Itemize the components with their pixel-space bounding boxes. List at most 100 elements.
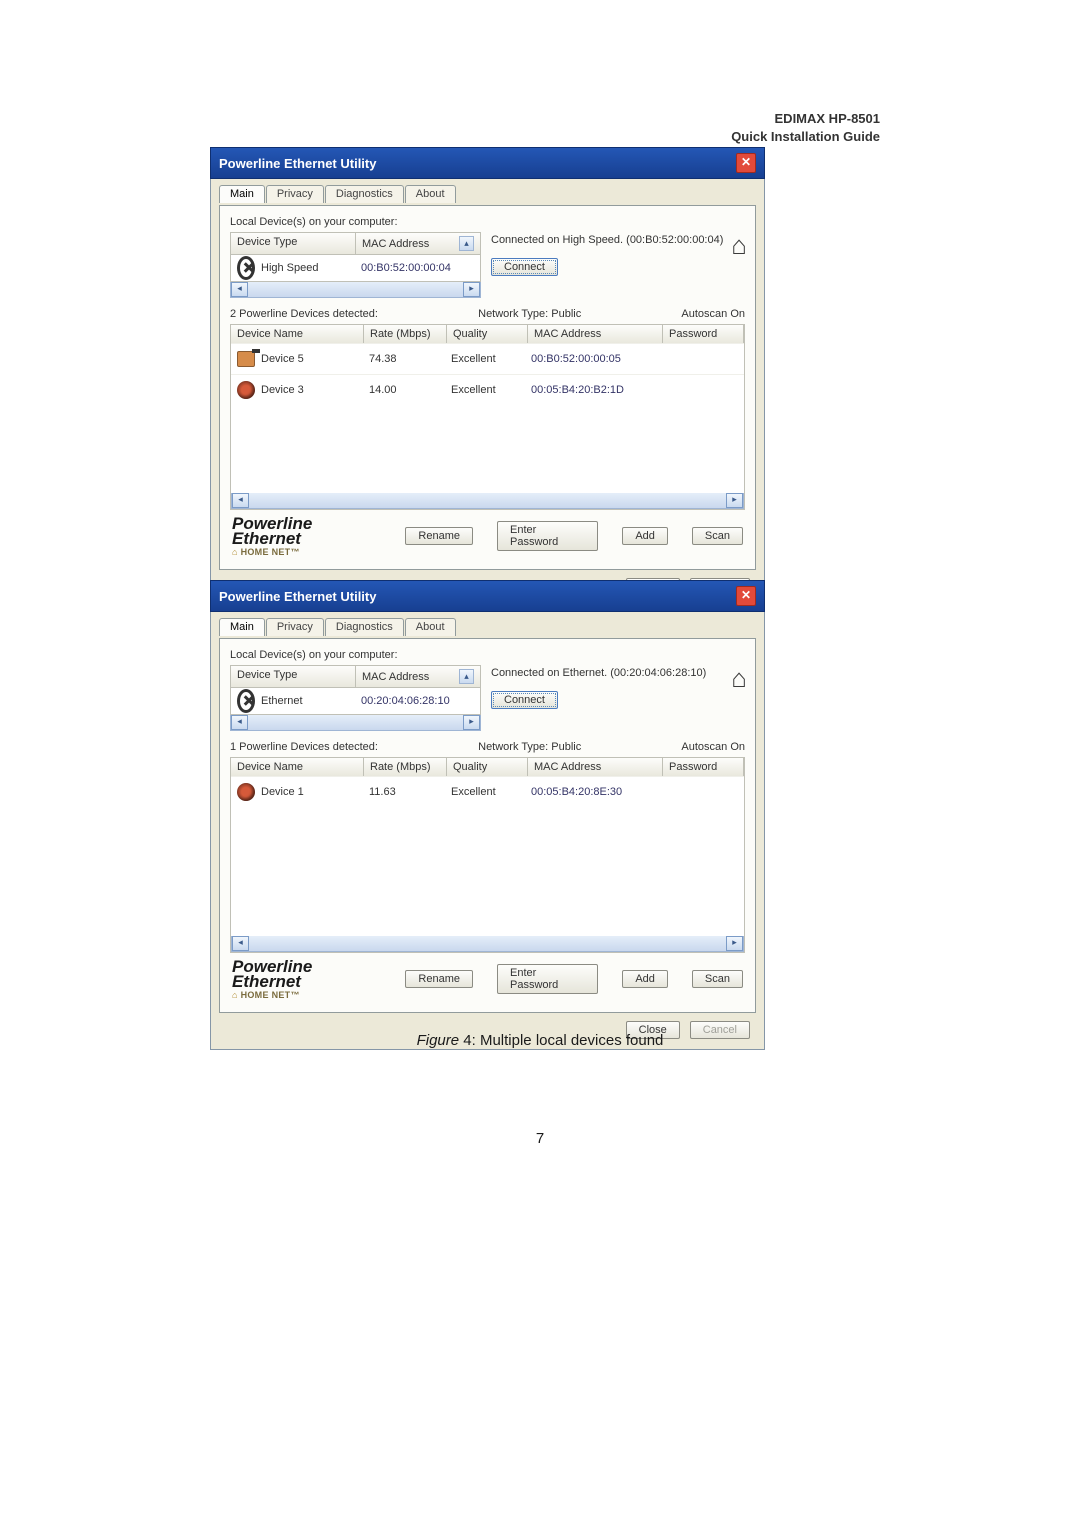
tab-diagnostics[interactable]: Diagnostics <box>325 618 404 636</box>
rename-button[interactable]: Rename <box>405 527 473 545</box>
header-line-2: Quick Installation Guide <box>731 129 880 144</box>
cell-mac: 00:05:B4:20:8E:30 <box>525 780 659 804</box>
home-icon: ⌂ <box>731 663 747 694</box>
page-number: 7 <box>0 1130 1080 1147</box>
network-type-label: Network Type: Public <box>478 308 581 320</box>
device-gear-icon <box>237 381 255 399</box>
tab-main[interactable]: Main <box>219 618 265 636</box>
col-mac: MAC Address <box>528 325 663 343</box>
cell-quality: Excellent <box>445 780 525 804</box>
col-password: Password <box>663 325 744 343</box>
connect-button[interactable]: Connect <box>491 258 558 276</box>
figure-prefix: Figure <box>417 1032 464 1049</box>
tab-main[interactable]: Main <box>219 185 265 203</box>
cell-device-name: Device 1 <box>261 786 304 798</box>
dialog-body: Main Privacy Diagnostics About Local Dev… <box>210 179 765 607</box>
local-device-header: Device Type MAC Address ▴ <box>230 232 481 254</box>
cell-mac: 00:05:B4:20:B2:1D <box>525 378 659 402</box>
local-device-row[interactable]: High Speed 00:B0:52:00:00:04 <box>230 254 481 282</box>
add-button[interactable]: Add <box>622 970 668 988</box>
scroll-left-icon[interactable]: ◂ <box>231 282 248 297</box>
local-device-type: Ethernet <box>261 695 303 707</box>
autoscan-label: Autoscan On <box>681 741 745 753</box>
document-header: EDIMAX HP-8501 Quick Installation Guide <box>200 110 880 145</box>
local-device-row[interactable]: Ethernet 00:20:04:06:28:10 <box>230 687 481 715</box>
scan-button[interactable]: Scan <box>692 527 743 545</box>
cell-device-name: Device 3 <box>261 384 304 396</box>
table-row[interactable]: Device 3 14.00 Excellent 00:05:B4:20:B2:… <box>231 374 744 405</box>
local-devices-label: Local Device(s) on your computer: <box>230 649 745 661</box>
rename-button[interactable]: Rename <box>405 970 473 988</box>
local-device-area: Device Type MAC Address ▴ Ethernet 00:20… <box>230 665 745 731</box>
brand-text: Powerline Ethernet <box>232 516 381 547</box>
brand-subtext: ⌂ HOME NET™ <box>232 990 381 1000</box>
remote-devices-table: Device Name Rate (Mbps) Quality MAC Addr… <box>230 324 745 510</box>
remote-hscroll[interactable]: ◂ ▸ <box>231 936 744 952</box>
figure-caption: Figure 4: Multiple local devices found <box>0 1032 1080 1049</box>
local-device-type: High Speed <box>261 262 319 274</box>
dialog-window-1: Powerline Ethernet Utility ✕ Main Privac… <box>210 147 765 607</box>
col-mac: MAC Address <box>528 758 663 776</box>
col-password: Password <box>663 758 744 776</box>
col-mac-address-label: MAC Address <box>362 671 429 683</box>
scroll-right-icon[interactable]: ▸ <box>726 493 743 508</box>
enter-password-button[interactable]: Enter Password <box>497 964 598 994</box>
header-line-1: EDIMAX HP-8501 <box>775 111 880 126</box>
close-icon[interactable]: ✕ <box>736 586 756 606</box>
tab-about[interactable]: About <box>405 185 456 203</box>
connection-status: Connected on Ethernet. (00:20:04:06:28:1… <box>491 667 745 679</box>
scroll-up-icon[interactable]: ▴ <box>459 236 474 251</box>
connection-area: ⌂ Connected on Ethernet. (00:20:04:06:28… <box>485 665 745 709</box>
close-icon[interactable]: ✕ <box>736 153 756 173</box>
local-device-list: Device Type MAC Address ▴ High Speed 00:… <box>230 232 481 298</box>
tab-pane-main: Local Device(s) on your computer: Device… <box>219 638 756 1013</box>
local-device-mac: 00:20:04:06:28:10 <box>355 691 479 711</box>
scan-button[interactable]: Scan <box>692 970 743 988</box>
tab-privacy[interactable]: Privacy <box>266 618 324 636</box>
cell-quality: Excellent <box>445 347 525 371</box>
col-device-name: Device Name <box>231 325 364 343</box>
scroll-right-icon[interactable]: ▸ <box>726 936 743 951</box>
device-gear-icon <box>237 783 255 801</box>
table-row[interactable]: Device 5 74.38 Excellent 00:B0:52:00:00:… <box>231 343 744 374</box>
col-mac-address-label: MAC Address <box>362 238 429 250</box>
local-hscroll[interactable]: ◂ ▸ <box>230 715 481 731</box>
branding-row: Powerline Ethernet ⌂ HOME NET™ Rename En… <box>230 510 745 559</box>
connect-button[interactable]: Connect <box>491 691 558 709</box>
col-rate: Rate (Mbps) <box>364 758 447 776</box>
remote-table-body: Device 5 74.38 Excellent 00:B0:52:00:00:… <box>231 343 744 493</box>
remote-devices-table: Device Name Rate (Mbps) Quality MAC Addr… <box>230 757 745 953</box>
brand-text: Powerline Ethernet <box>232 959 381 990</box>
scroll-left-icon[interactable]: ◂ <box>232 936 249 951</box>
cell-quality: Excellent <box>445 378 525 402</box>
home-icon: ⌂ <box>731 230 747 261</box>
scroll-left-icon[interactable]: ◂ <box>231 715 248 730</box>
remote-table-body: Device 1 11.63 Excellent 00:05:B4:20:8E:… <box>231 776 744 936</box>
tab-strip: Main Privacy Diagnostics About <box>219 185 756 203</box>
cell-rate: 11.63 <box>363 780 445 804</box>
scroll-right-icon[interactable]: ▸ <box>463 715 480 730</box>
tab-privacy[interactable]: Privacy <box>266 185 324 203</box>
status-row: 1 Powerline Devices detected: Network Ty… <box>230 741 745 753</box>
col-quality: Quality <box>447 325 528 343</box>
col-device-type: Device Type <box>231 233 356 254</box>
title-bar: Powerline Ethernet Utility ✕ <box>210 580 765 612</box>
tab-diagnostics[interactable]: Diagnostics <box>325 185 404 203</box>
devices-detected-label: 1 Powerline Devices detected: <box>230 741 378 753</box>
figure-number: 4 <box>463 1032 471 1049</box>
scroll-up-icon[interactable]: ▴ <box>459 669 474 684</box>
table-row[interactable]: Device 1 11.63 Excellent 00:05:B4:20:8E:… <box>231 776 744 807</box>
remote-hscroll[interactable]: ◂ ▸ <box>231 493 744 509</box>
scroll-left-icon[interactable]: ◂ <box>232 493 249 508</box>
window-title: Powerline Ethernet Utility <box>219 589 376 604</box>
enter-password-button[interactable]: Enter Password <box>497 521 598 551</box>
col-device-type: Device Type <box>231 666 356 687</box>
add-button[interactable]: Add <box>622 527 668 545</box>
local-device-mac: 00:B0:52:00:00:04 <box>355 258 479 278</box>
cell-password <box>659 353 744 365</box>
scroll-right-icon[interactable]: ▸ <box>463 282 480 297</box>
cell-device-name: Device 5 <box>261 353 304 365</box>
status-row: 2 Powerline Devices detected: Network Ty… <box>230 308 745 320</box>
local-hscroll[interactable]: ◂ ▸ <box>230 282 481 298</box>
tab-about[interactable]: About <box>405 618 456 636</box>
